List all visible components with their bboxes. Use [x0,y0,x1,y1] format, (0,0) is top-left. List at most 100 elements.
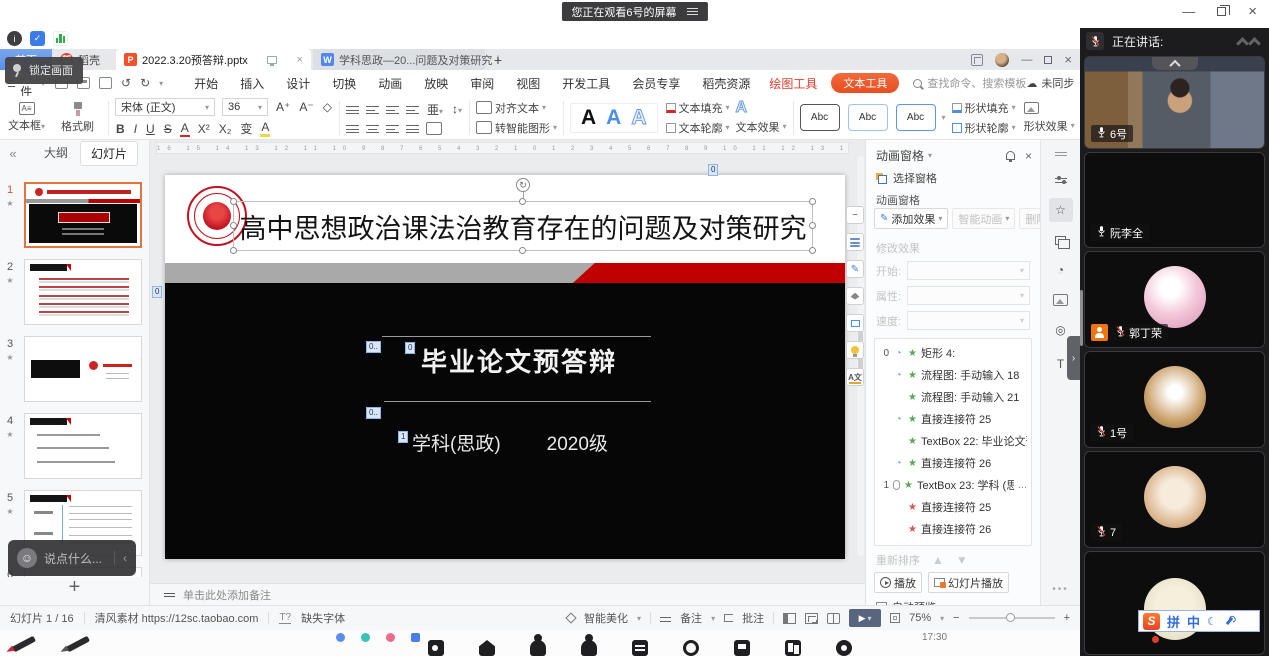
justify-icon[interactable] [406,123,419,134]
wordart-style-2[interactable]: A [606,106,621,130]
font-family-select[interactable]: 宋体 (正文)▾ [115,98,215,116]
add-effect-button[interactable]: ✎添加效果▾ [874,208,948,229]
slide-thumb-preview[interactable] [24,413,142,479]
zoom-level[interactable]: 75% [909,612,931,624]
resize-handle[interactable] [230,247,237,254]
sogou-ime-icon[interactable]: S [1143,613,1160,630]
layers-button[interactable] [846,233,864,251]
zoom-slider-knob[interactable] [1006,613,1015,622]
chat-input-placeholder[interactable]: 说点什么... [44,550,107,567]
fill-color-button[interactable] [846,287,864,305]
chat-icon[interactable] [632,640,648,656]
account-avatar[interactable] [995,53,1009,67]
menu-tab[interactable]: 开始 [183,75,229,92]
participant-tile-阮李全[interactable]: 阮李全 [1084,152,1265,248]
font-size-select[interactable]: 36▾ [222,98,268,116]
animation-item[interactable]: ◔★流程图: 手动输入 18 [875,364,1031,386]
menu-tab[interactable]: 视图 [505,75,551,92]
comments-button[interactable]: 批注 [742,610,764,626]
subscript-button[interactable]: X₂ [218,122,233,136]
reading-view-icon[interactable] [827,613,840,624]
normal-view-icon[interactable] [783,613,796,624]
ime-lang-mode[interactable]: 中 [1187,612,1200,631]
app-close-button[interactable]: × [1064,52,1072,67]
underline-button[interactable]: U [145,122,156,136]
shape-style-3[interactable]: Abc [896,104,936,131]
start-select[interactable]: ▾ [907,261,1030,280]
bullet-list-icon[interactable] [346,104,359,115]
app-icon-blue[interactable] [336,633,345,642]
italic-button[interactable]: I [133,122,138,136]
tab-outline[interactable]: 大纲 [34,141,78,166]
devices-icon[interactable] [785,640,801,656]
settings-gear-icon[interactable] [836,640,852,656]
sidebar-scrollbar[interactable] [1080,290,1083,346]
sync-status[interactable]: ☁未同步 [1026,75,1074,91]
menu-tab[interactable]: 设计 [275,75,321,92]
line-spacing-button[interactable]: ↕▾ [451,102,463,116]
animation-item[interactable]: ◔★直接连接符 25 [875,408,1031,430]
tab-text-tools[interactable]: 文本工具 [831,73,899,93]
property-select[interactable]: ▾ [907,286,1030,305]
apps-grid-icon[interactable] [971,54,983,66]
app-icon-pink[interactable] [386,633,395,642]
slide-thumbnail-item[interactable]: 1★ [0,182,149,248]
slide-thumbnail-item[interactable]: 2★ [0,259,149,325]
strikethrough-button[interactable]: S [163,122,173,136]
notes-bar[interactable]: 单击此处添加备注 [150,583,865,605]
resize-handle[interactable] [230,198,237,205]
slide-canvas[interactable]: ↻ 高中思想政治课法治教育存在的问题及对策研究 毕业论文预答辩 学科(思政)20… [165,175,845,559]
align-text-button[interactable]: 对齐文本▾ [476,100,557,116]
align-left-icon[interactable] [346,123,359,134]
record-icon[interactable] [683,640,699,656]
more-tools-icon[interactable]: ••• [1052,584,1069,595]
menu-tab[interactable]: 开发工具 [551,75,621,92]
shape-style-2[interactable]: Abc [848,104,888,131]
zoom-out-button[interactable]: − [953,612,959,624]
smart-animation-button[interactable]: 智能动画▾ [952,208,1015,229]
stats-chart-icon[interactable] [53,31,68,46]
resize-handle[interactable] [809,247,816,254]
shape-outline-button[interactable]: 形状轮廓▾ [952,120,1016,136]
participant-tile-郭丁荣[interactable]: 郭丁荣 [1084,251,1265,348]
member-icon[interactable] [530,640,546,656]
clear-format-button[interactable]: ◇ [322,100,333,114]
participant-tile-1号[interactable]: 1号 [1084,351,1265,448]
close-pane-icon[interactable]: × [1025,149,1032,163]
app-restore-button[interactable] [1044,56,1052,64]
tab-slides[interactable]: 幻灯片 [80,141,138,166]
tab-document-active[interactable]: P 2022.3.20预答辩.pptx × [116,49,311,70]
align-right-icon[interactable] [386,123,399,134]
edit-pencil-button[interactable]: ✎ [846,260,864,278]
insert-shape-button[interactable] [846,314,864,332]
participant-tile[interactable] [1084,551,1265,655]
menu-tab[interactable]: 动画 [367,75,413,92]
slideshow-button[interactable]: ▶▾ [849,609,881,627]
text-fill-button[interactable]: 文本填充▾ [666,100,730,116]
slide-thumb-preview[interactable] [24,259,142,325]
command-search[interactable]: 查找命令、搜索模板 [913,75,1026,91]
slide-thumbnail-item[interactable]: 4★ [0,413,149,479]
properties-icon[interactable] [1049,168,1073,192]
home-icon[interactable] [479,640,495,656]
restore-button[interactable] [1217,7,1226,16]
participant-icon[interactable] [581,640,597,656]
selection-pane-button[interactable]: 选择窗格 [876,170,937,186]
pane-caret-icon[interactable]: ▾ [928,151,932,160]
smart-tips-button[interactable] [846,341,864,359]
resize-handle[interactable] [809,222,816,229]
menu-tab[interactable]: 插入 [229,75,275,92]
ime-toolbar[interactable]: S 拼 中 ☾ [1138,610,1260,632]
participant-tile-6号[interactable]: 6号 [1084,56,1265,149]
media-icon[interactable] [1049,288,1073,312]
slide-subtitle-text[interactable]: 学科(思政)2020级 [412,429,608,456]
increase-indent-icon[interactable] [406,104,419,115]
align-center-icon[interactable] [366,123,379,134]
distribute-icon[interactable] [426,122,442,135]
text-effect-button[interactable]: 文本效果▾ [736,119,787,135]
rotate-handle[interactable]: ↻ [516,178,530,192]
menu-tab[interactable]: 稻壳资源 [691,75,761,92]
resize-handle[interactable] [809,198,816,205]
screen-share-icon[interactable] [734,640,750,656]
animation-item[interactable]: ★TextBox 22: 毕业论文预答辩 [875,430,1031,452]
